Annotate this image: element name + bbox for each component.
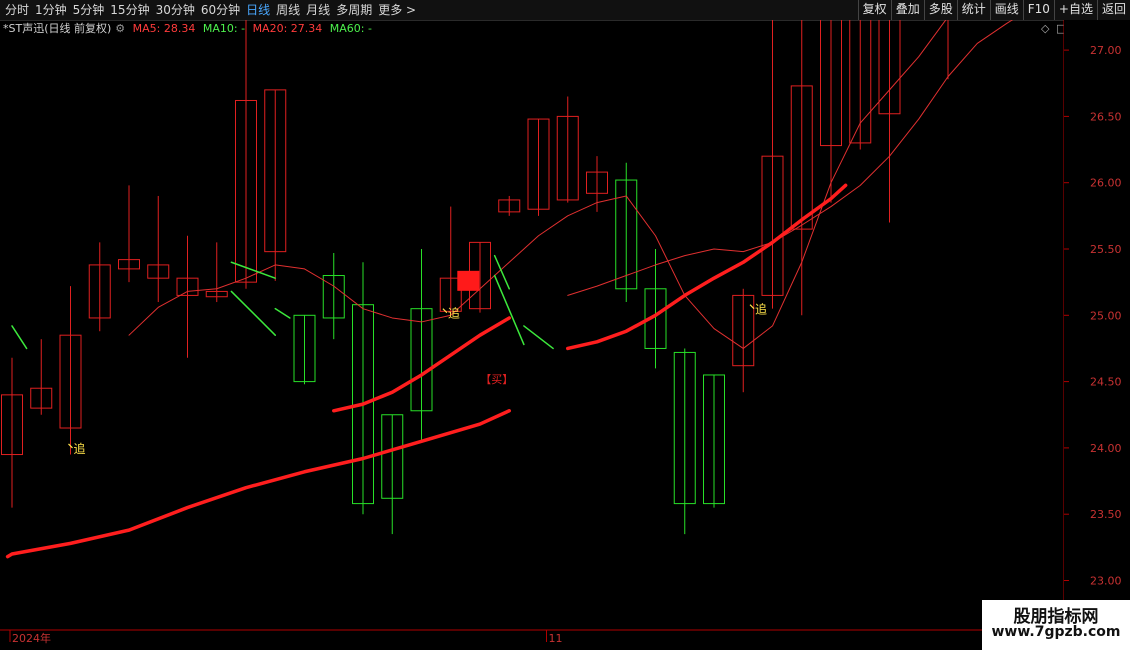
- ma60-line: [5, 409, 511, 559]
- y-tick-label: 23.50: [1090, 508, 1122, 521]
- statistics-button[interactable]: 统计: [956, 0, 990, 20]
- watermark-url: www.7gpzb.com: [991, 624, 1121, 640]
- ma10-segment: [493, 254, 510, 290]
- tab-1min[interactable]: 1分钟: [32, 0, 70, 20]
- f10-button[interactable]: F10: [1022, 0, 1054, 20]
- tab-monthly[interactable]: 月线: [303, 0, 333, 20]
- x-tick-label: 11: [549, 632, 563, 645]
- toolbar-actions: 复权 叠加 多股 统计 画线 F10 +自选 返回: [857, 0, 1130, 20]
- y-tick-label: 24.50: [1090, 376, 1122, 389]
- tab-5min[interactable]: 5分钟: [70, 0, 108, 20]
- tab-daily[interactable]: 日线: [243, 0, 273, 20]
- tab-weekly[interactable]: 周线: [273, 0, 303, 20]
- tab-more[interactable]: 更多 >: [375, 0, 419, 20]
- signal-arrow: [442, 308, 448, 314]
- watermark: 股朋指标网 www.7gpzb.com: [982, 600, 1130, 650]
- signal-label: 追: [74, 441, 86, 456]
- x-tick-label: 2024年: [12, 631, 51, 645]
- buy-label: 【买】: [480, 373, 513, 386]
- ma10-segment: [274, 307, 291, 319]
- restore-rights-button[interactable]: 复权: [857, 0, 891, 20]
- y-tick-label: 25.00: [1090, 309, 1122, 322]
- toolbar: 分时 1分钟 5分钟 15分钟 30分钟 60分钟 日线 周线 月线 多周期 更…: [0, 0, 1130, 21]
- ma10-segment: [493, 274, 525, 346]
- draw-line-button[interactable]: 画线: [989, 0, 1023, 20]
- ma10-segment: [523, 325, 554, 350]
- tab-multi-period[interactable]: 多周期: [333, 0, 375, 20]
- y-tick-label: 25.50: [1090, 243, 1122, 256]
- add-watchlist-button[interactable]: +自选: [1053, 0, 1097, 20]
- y-tick-label: 27.00: [1090, 44, 1122, 57]
- y-tick-label: 23.00: [1090, 575, 1122, 588]
- ma10-segment: [230, 290, 276, 336]
- tab-fenshi[interactable]: 分时: [2, 0, 32, 20]
- overlay-button[interactable]: 叠加: [890, 0, 924, 20]
- ma10-segment: [230, 261, 276, 279]
- y-tick-label: 26.50: [1090, 110, 1122, 123]
- back-button[interactable]: 返回: [1096, 0, 1130, 20]
- period-tabs: 分时 1分钟 5分钟 15分钟 30分钟 60分钟 日线 周线 月线 多周期 更…: [2, 0, 419, 20]
- kline-chart: 31.0030.5030.0029.5029.0028.5028.0027.50…: [0, 20, 1130, 650]
- tab-15min[interactable]: 15分钟: [107, 0, 152, 20]
- ma60-line: [566, 183, 848, 351]
- tab-30min[interactable]: 30分钟: [153, 0, 198, 20]
- y-tick-label: 26.00: [1090, 177, 1122, 190]
- ma10-segment: [11, 325, 28, 350]
- signal-label: 追: [448, 306, 460, 321]
- buy-marker: [457, 270, 480, 291]
- y-tick-label: 24.00: [1090, 442, 1122, 455]
- signal-label: 追: [755, 302, 767, 317]
- multi-stock-button[interactable]: 多股: [923, 0, 957, 20]
- tab-60min[interactable]: 60分钟: [198, 0, 243, 20]
